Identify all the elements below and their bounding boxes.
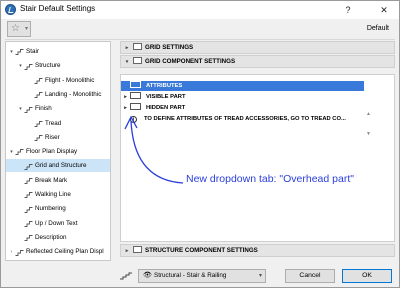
tree-item[interactable]: Landing - Monolithic [6, 88, 110, 101]
ok-button[interactable]: OK [342, 269, 392, 283]
stair-default-settings-dialog: Stair Default Settings ? ✕ ☆ ▾ Default ▾… [0, 0, 400, 288]
tree-item-label: Description [35, 233, 67, 241]
ceiling-plan-icon [15, 248, 24, 256]
landing-icon [34, 90, 43, 99]
tree-item-label: Walking Line [35, 191, 71, 198]
walking-line-icon [24, 190, 33, 199]
structure-icon [24, 62, 33, 70]
riser-icon [34, 133, 43, 142]
default-label: Default [366, 25, 389, 32]
attributes-row[interactable]: ATTRIBUTES [121, 81, 364, 91]
scroll-down-icon[interactable]: ▼ [366, 131, 371, 137]
expand-arrow-icon[interactable]: ▸ [121, 92, 130, 102]
tree-item-label: Numbering [35, 205, 66, 213]
floor-plan-icon [15, 147, 24, 156]
tree-item[interactable]: ▾ Finish [6, 102, 110, 115]
tree-item[interactable]: Break Mark [6, 174, 110, 187]
view-select[interactable]: 👁 Structural - Stair & Railing ▾ [138, 269, 266, 283]
tree-item-label: Grid and Structure [35, 162, 87, 170]
grid-component-settings-header[interactable]: ▾ GRID COMPONENT SETTINGS [120, 55, 395, 68]
tree-item-label: Finish [35, 105, 52, 113]
grid-settings-label: GRID SETTINGS [145, 44, 194, 51]
star-icon: ☆ [11, 23, 20, 34]
tree-item-label: Tread [45, 119, 62, 127]
tree-toggle-icon[interactable]: ▾ [17, 103, 24, 116]
numbering-icon [24, 205, 33, 213]
finish-icon [24, 105, 33, 113]
tree-toggle-icon[interactable]: ▾ [8, 146, 15, 159]
tree-item[interactable]: ▾ Floor Plan Display [6, 145, 110, 158]
stair-model-icon [120, 272, 132, 280]
collapse-arrow-icon: ▾ [125, 59, 129, 65]
list-scrollbar[interactable]: ▲ ▼ [364, 109, 374, 139]
settings-tree[interactable]: ▾ Stair ▾ Structure Flight - Monolithic Landi… [5, 41, 111, 261]
window-title: Stair Default Settings [20, 4, 96, 13]
expand-arrow-icon: ▸ [125, 45, 129, 51]
visible-part-label: VISIBLE PART [146, 94, 186, 100]
close-button[interactable]: ✕ [377, 3, 391, 17]
title-bar: Stair Default Settings ? ✕ [1, 1, 399, 19]
grid-component-icon [133, 57, 142, 64]
dialog-footer: 👁 Structural - Stair & Railing ▾ Cancel O… [1, 265, 399, 287]
tree-item-label: Landing - Monolithic [45, 90, 102, 98]
attributes-label: ATTRIBUTES [146, 83, 183, 89]
up-down-text-icon [24, 219, 33, 227]
tree-item-label: Riser [45, 133, 60, 141]
grid-icon [24, 162, 33, 170]
tree-toggle-icon[interactable]: ▾ [8, 46, 15, 59]
tree-item-label: Up / Down Text [35, 219, 78, 227]
help-button[interactable]: ? [341, 3, 355, 17]
tree-item[interactable]: › Reflected Ceiling Plan Displ [6, 245, 110, 258]
tread-icon [34, 119, 43, 127]
tree-item-label: Stair [26, 48, 39, 55]
divider [5, 39, 395, 40]
annotation-note: New dropdown tab: "Overhead part" [186, 173, 354, 185]
grid-component-settings-label: GRID COMPONENT SETTINGS [145, 58, 236, 65]
tree-item[interactable]: ▾ Stair [6, 45, 110, 58]
break-mark-icon [24, 176, 33, 184]
tree-item[interactable]: Riser [6, 131, 110, 144]
chevron-down-icon: ▾ [258, 273, 262, 279]
archicad-app-icon [5, 4, 16, 15]
tree-item-label: Flight - Monolithic [45, 76, 95, 84]
tree-item-label: Break Mark [35, 176, 68, 184]
toolbar: ☆ ▾ Default [1, 19, 399, 39]
structure-component-settings-header[interactable]: ▸ STRUCTURE COMPONENT SETTINGS [120, 244, 395, 257]
tree-item[interactable]: Flight - Monolithic [6, 74, 110, 87]
tree-item[interactable]: Up / Down Text [6, 217, 110, 230]
tree-item[interactable]: Grid and Structure [6, 159, 110, 173]
tree-item-label: Reflected Ceiling Plan Displ [26, 248, 104, 256]
stair-icon [15, 47, 24, 56]
attributes-icon [130, 81, 141, 88]
chevron-down-icon: ▾ [24, 26, 28, 32]
tree-item[interactable]: ▾ Structure [6, 59, 110, 72]
favorites-button[interactable]: ☆ ▾ [7, 21, 31, 37]
view-select-value: Structural - Stair & Railing [154, 272, 227, 279]
hidden-part-icon [130, 103, 141, 110]
tree-item-label: Floor Plan Display [26, 148, 78, 156]
grid-settings-header[interactable]: ▸ GRID SETTINGS [120, 41, 395, 54]
tree-item[interactable]: Walking Line [6, 188, 110, 201]
tree-toggle-icon[interactable]: ▾ [17, 60, 24, 73]
structure-component-settings-label: STRUCTURE COMPONENT SETTINGS [145, 247, 258, 254]
visible-part-row[interactable]: ▸ VISIBLE PART [121, 92, 364, 102]
tree-item[interactable]: Description [6, 231, 110, 244]
visible-part-icon [130, 92, 141, 99]
tree-toggle-icon[interactable]: › [8, 246, 15, 259]
structure-component-icon [133, 246, 142, 253]
tree-item[interactable]: Tread [6, 117, 110, 130]
cancel-button[interactable]: Cancel [285, 269, 335, 283]
tree-horizontal-scrollbar[interactable] [6, 260, 111, 261]
tree-item[interactable]: Numbering [6, 202, 110, 215]
flight-icon [34, 76, 43, 84]
eye-icon: 👁 [143, 272, 152, 279]
description-icon [24, 233, 33, 242]
scroll-up-icon[interactable]: ▲ [366, 111, 371, 117]
grid-settings-icon [133, 43, 142, 50]
tree-item-label: Structure [35, 62, 61, 70]
expand-arrow-icon: ▸ [125, 248, 129, 254]
